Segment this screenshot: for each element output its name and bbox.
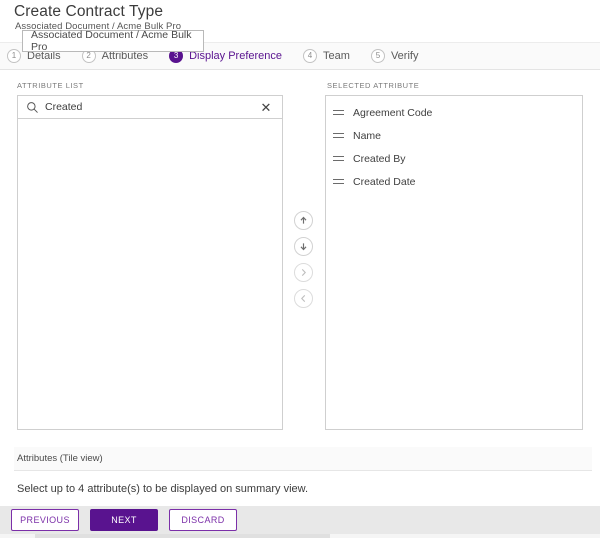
step-number: 5: [370, 49, 385, 63]
move-down-button[interactable]: [293, 237, 313, 256]
step-label: Verify: [390, 50, 419, 62]
selection-hint: Select up to 4 attribute(s) to be displa…: [17, 483, 309, 495]
create-contract-type-page: Create Contract Type Associated Document…: [0, 0, 600, 538]
attribute-list-body[interactable]: [18, 119, 282, 429]
drag-handle-icon[interactable]: [333, 178, 344, 186]
step-verify[interactable]: 5 Verify: [370, 49, 419, 63]
step-number: 1: [7, 49, 21, 63]
page-title: Create Contract Type: [14, 3, 164, 20]
drag-handle-icon[interactable]: [333, 132, 344, 140]
list-item-label: Name: [353, 129, 382, 142]
scrollbar-thumb-right[interactable]: [330, 534, 600, 538]
search-input[interactable]: [45, 101, 256, 113]
scrollbar-thumb-left[interactable]: [0, 534, 35, 538]
drag-handle-icon[interactable]: [333, 155, 344, 163]
transfer-button-group: [292, 211, 314, 315]
move-right-button[interactable]: [293, 263, 313, 282]
list-item-label: Created Date: [353, 175, 416, 188]
horizontal-scrollbar[interactable]: [0, 534, 600, 538]
tooltip-text: Associated Document / Acme Bulk Pro: [31, 29, 192, 53]
selected-attribute-label: SELECTED ATTRIBUTE: [327, 81, 420, 90]
move-left-button[interactable]: [293, 289, 313, 308]
drag-handle-icon[interactable]: [333, 109, 344, 117]
move-up-button[interactable]: [293, 211, 313, 230]
tile-view-title: Attributes (Tile view): [17, 453, 103, 464]
list-item[interactable]: Created Date: [326, 170, 582, 193]
arrow-up-icon: [298, 215, 309, 226]
list-item[interactable]: Agreement Code: [326, 101, 582, 124]
step-team[interactable]: 4 Team: [303, 49, 350, 63]
close-icon[interactable]: ✕: [256, 101, 276, 114]
arrow-down-icon: [298, 241, 309, 252]
discard-button[interactable]: DISCARD: [169, 509, 237, 531]
selected-attribute-list: Agreement Code Name Created By Created Date: [326, 97, 582, 428]
list-item[interactable]: Name: [326, 124, 582, 147]
attribute-search-row[interactable]: ✕: [17, 95, 283, 119]
chevron-right-icon: [298, 267, 309, 278]
breadcrumb-tooltip: Associated Document / Acme Bulk Pro: [22, 29, 204, 53]
attribute-list-label: ATTRIBUTE LIST: [17, 81, 84, 90]
tile-view-bar: Attributes (Tile view): [14, 447, 592, 471]
chevron-left-icon: [298, 293, 309, 304]
list-item[interactable]: Created By: [326, 147, 582, 170]
list-item-label: Created By: [353, 152, 406, 165]
step-label: Team: [323, 50, 350, 62]
previous-button[interactable]: PREVIOUS: [11, 509, 79, 531]
list-item-label: Agreement Code: [353, 106, 433, 119]
footer-bar: PREVIOUS NEXT DISCARD: [0, 506, 600, 534]
search-icon: [26, 101, 39, 114]
next-button[interactable]: NEXT: [90, 509, 158, 531]
step-number: 4: [303, 49, 318, 63]
